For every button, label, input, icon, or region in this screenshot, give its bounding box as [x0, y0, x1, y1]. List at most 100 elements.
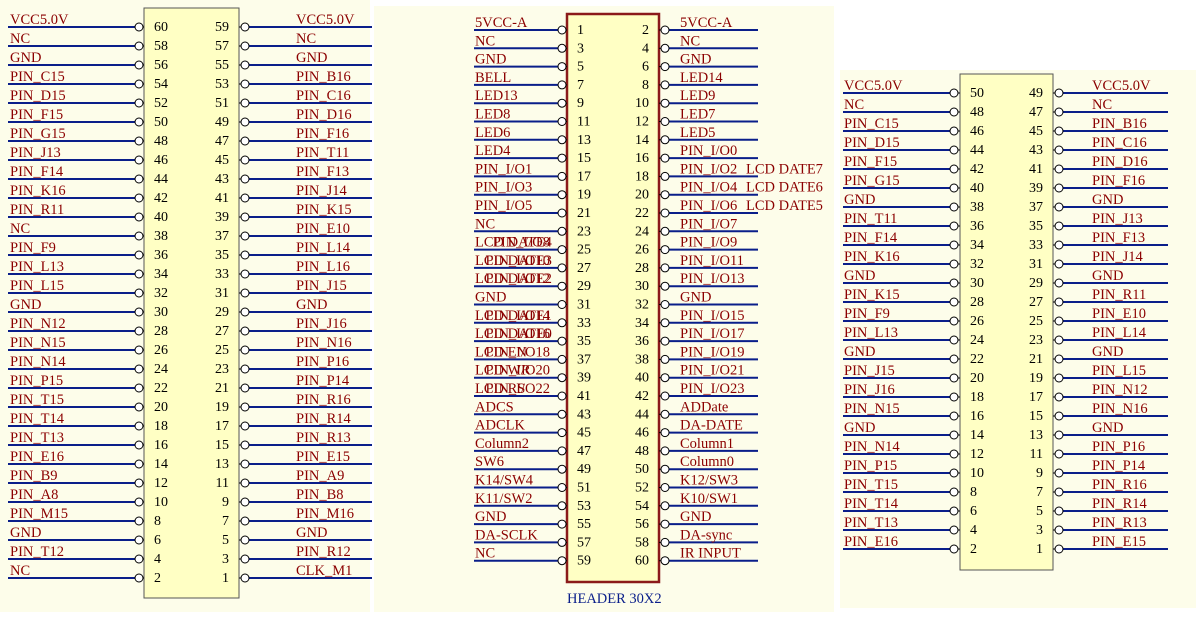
- right-net-label: LED5: [680, 125, 715, 141]
- left-pin-number: 38: [154, 229, 168, 244]
- right-extra-net-label: LCD DATE6: [746, 180, 823, 196]
- right-net-label: ADDate: [680, 399, 728, 415]
- right-pin-terminal: [660, 428, 670, 438]
- left-pin-number: 25: [577, 243, 591, 258]
- right-pin-number: 11: [1030, 447, 1043, 462]
- right-pin-terminal: [660, 43, 670, 53]
- left-pin-number: 20: [970, 371, 984, 386]
- left-pin-number: 41: [577, 389, 591, 404]
- left-pin-terminal: [134, 573, 144, 583]
- right-net-label: DA-DATE: [680, 418, 743, 434]
- right-pin-terminal: [240, 212, 250, 222]
- right-pin-number: 56: [635, 517, 649, 532]
- left-pin-number: 34: [970, 238, 984, 253]
- right-pin-terminal: [240, 497, 250, 507]
- right-pin-terminal: [1054, 468, 1064, 478]
- right-pin-terminal: [1054, 221, 1064, 231]
- left-net-label: PIN_B9: [10, 468, 58, 484]
- left-pin-number: 10: [970, 466, 984, 481]
- left-pin-number: 28: [154, 324, 168, 339]
- right-pin-number: 26: [635, 243, 649, 258]
- right-net-label: PIN_B8: [296, 487, 344, 503]
- right-pin-number: 14: [635, 133, 649, 148]
- left-pin-number: 39: [577, 371, 591, 386]
- right-pin-number: 27: [1029, 295, 1043, 310]
- right-pin-terminal: [660, 226, 670, 236]
- right-net-label: GND: [296, 525, 327, 541]
- right-pin-number: 57: [215, 39, 229, 54]
- right-pin-number: 41: [215, 191, 229, 206]
- right-net-label: PIN_I/O11: [680, 253, 744, 269]
- right-net-label: PIN_B16: [1092, 116, 1147, 132]
- left-pin-number: 48: [970, 105, 984, 120]
- right-pin-terminal: [240, 307, 250, 317]
- right-net-label: NC: [680, 33, 700, 49]
- left-pin-number: 16: [154, 438, 168, 453]
- left-pin-terminal: [134, 212, 144, 222]
- left-net-label: PIN_F15: [10, 107, 63, 123]
- left-pin-number: 18: [154, 419, 168, 434]
- left-pin-number: 48: [154, 134, 168, 149]
- left-net-label: PIN_F14: [844, 230, 898, 246]
- left-pin-terminal: [557, 300, 567, 309]
- right-pin-number: 5: [1036, 504, 1043, 519]
- right-net-label: PIN_R13: [296, 430, 351, 446]
- right-net-label: PIN_J13: [1092, 211, 1143, 227]
- left-pin-number: 28: [970, 295, 984, 310]
- left-pin-terminal: [949, 221, 959, 231]
- left-pin-terminal: [557, 318, 567, 328]
- right-pin-terminal: [660, 190, 670, 200]
- right-pin-number: 43: [215, 172, 229, 187]
- left-pin-terminal: [949, 506, 959, 516]
- right-pin-terminal: [660, 336, 670, 346]
- right-net-label: PIN_B16: [296, 69, 351, 85]
- left-net-label: PIN_N14: [844, 439, 900, 455]
- right-pin-terminal: [240, 573, 250, 583]
- right-net-label: PIN_I/O17: [680, 326, 744, 342]
- left-pin-terminal: [134, 136, 144, 146]
- left-net-label: GND: [844, 344, 875, 360]
- left-pin-number: 20: [154, 400, 168, 415]
- left-net-label: BELL: [475, 70, 511, 86]
- left-net-label: PIN_T13: [844, 515, 898, 531]
- left-pin-terminal: [134, 478, 144, 488]
- right-net-label: PIN_P14: [296, 373, 350, 389]
- right-pin-number: 60: [635, 554, 649, 569]
- right-net-label: VCC5.0V: [296, 12, 355, 28]
- left-pin-terminal: [134, 193, 144, 203]
- left-pin-number: 50: [970, 86, 984, 101]
- right-net-label: PIN_L15: [1092, 363, 1146, 379]
- left-net-label: PIN_L13: [10, 259, 64, 275]
- right-pin-number: 15: [215, 438, 229, 453]
- left-pin-number: 24: [154, 362, 168, 377]
- right-pin-terminal: [660, 446, 670, 456]
- left-pin-number: 5: [577, 60, 584, 75]
- right-pin-terminal: [1054, 392, 1064, 402]
- right-pin-terminal: [660, 519, 670, 529]
- left-pin-terminal: [557, 428, 567, 438]
- right-pin-number: 2: [642, 23, 649, 38]
- right-net-label: PIN_N12: [1092, 382, 1148, 398]
- left-pin-terminal: [949, 525, 959, 535]
- left-pin-terminal: [557, 117, 567, 126]
- right-pin-terminal: [240, 41, 250, 51]
- left-pin-number: 8: [154, 514, 161, 529]
- right-pin-number: 15: [1029, 409, 1043, 424]
- right-net-label: VCC5.0V: [1092, 78, 1151, 94]
- left-pin-terminal: [949, 316, 959, 326]
- right-pin-terminal: [1054, 354, 1064, 364]
- left-pin-terminal: [134, 516, 144, 526]
- left-pin-terminal: [134, 269, 144, 279]
- right-pin-number: 16: [635, 151, 649, 166]
- left-pin-terminal: [557, 281, 567, 291]
- right-net-label: PIN_C16: [1092, 135, 1147, 151]
- left-pin-number: 15: [577, 151, 591, 166]
- left-net-label: SW6: [475, 454, 504, 470]
- left-pin-terminal: [557, 354, 567, 364]
- left-net-label: PIN_L15: [10, 278, 64, 294]
- left-pin-terminal: [557, 25, 567, 35]
- left-pin-terminal: [557, 483, 567, 492]
- left-net-label: PIN_T12: [10, 544, 64, 560]
- right-pin-number: 24: [635, 224, 649, 239]
- right-pin-terminal: [660, 25, 670, 35]
